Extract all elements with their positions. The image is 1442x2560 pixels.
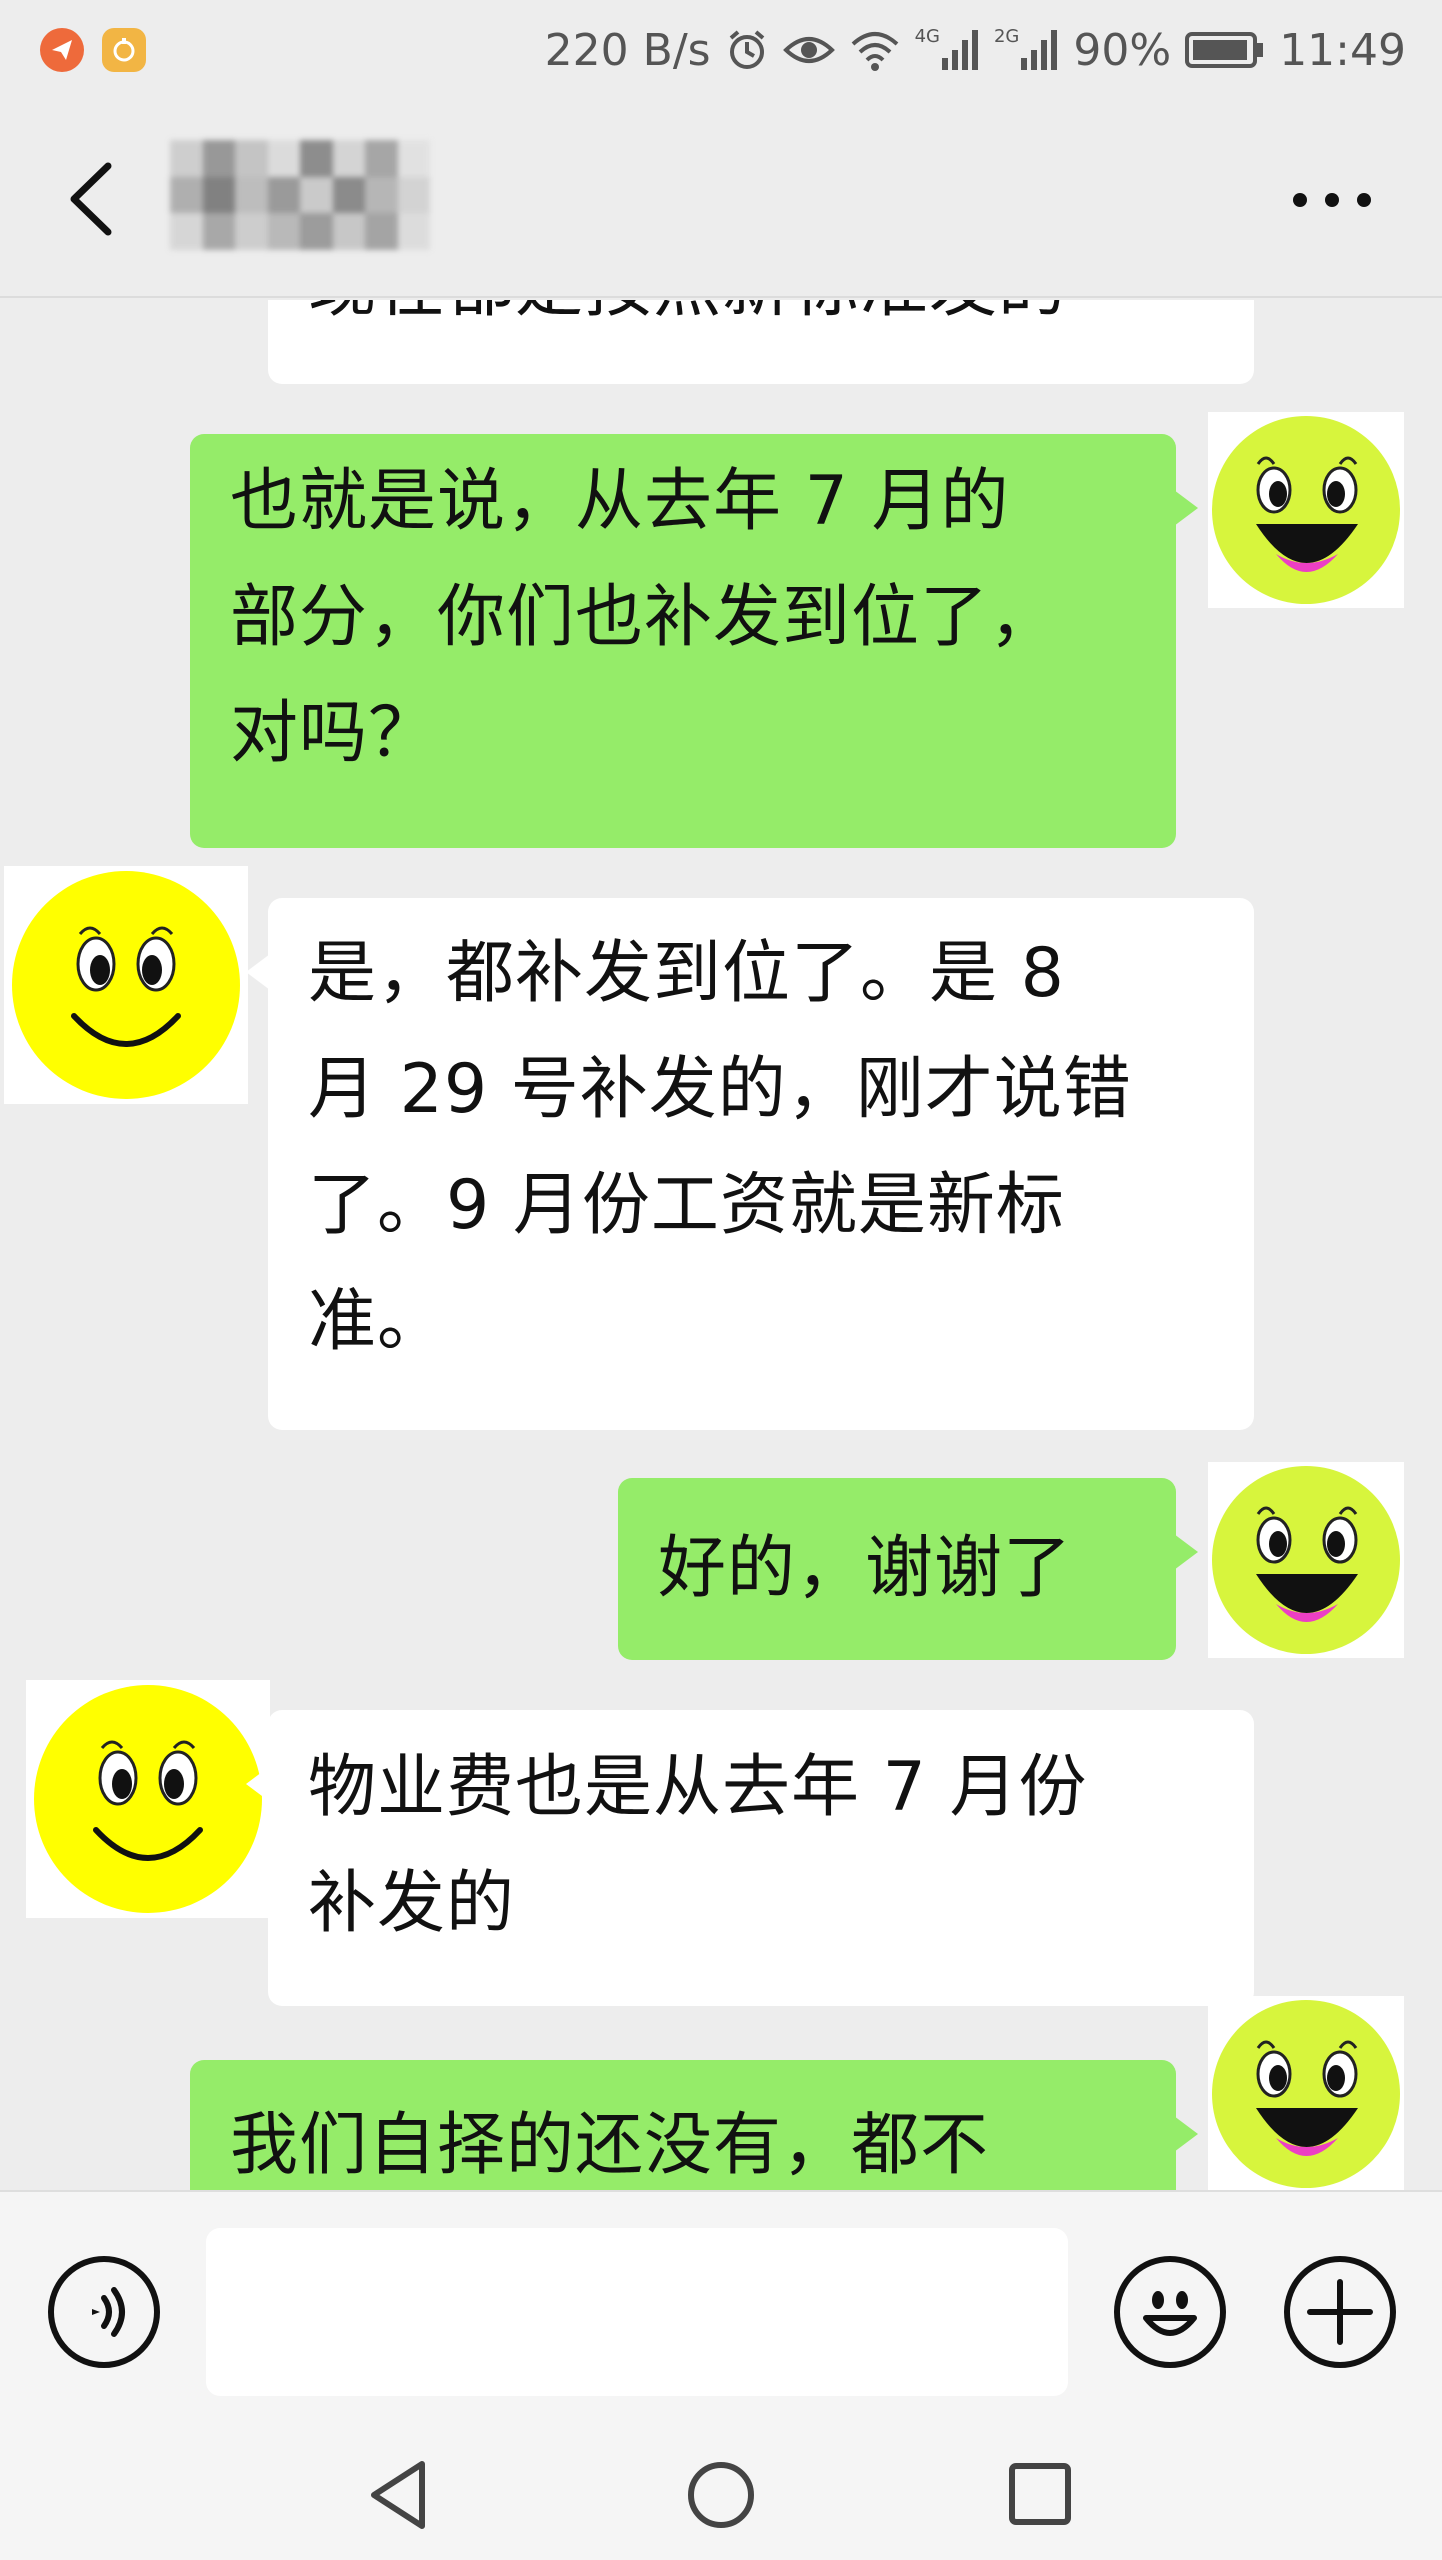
emoji-button[interactable] — [1114, 2256, 1226, 2368]
more-dots-icon[interactable] — [1282, 170, 1382, 230]
message-bubble-outgoing[interactable]: 我们自择的还没有，都不 — [190, 2060, 1198, 2190]
message-text: 月 29 号补发的，刚才说错 — [308, 1050, 1132, 1129]
nav-home-icon[interactable] — [676, 2450, 766, 2540]
smiley-avatar-icon — [12, 871, 240, 1099]
system-nav-bar — [0, 2430, 1442, 2560]
message-input[interactable] — [206, 2228, 1068, 2396]
message-text: 物业费也是从去年 7 月份 — [308, 1748, 1088, 1827]
voice-button[interactable] — [48, 2256, 160, 2368]
message-text: 准。 — [308, 1282, 447, 1361]
smiley-avatar-icon — [34, 1685, 262, 1913]
my-avatar[interactable] — [1208, 1996, 1404, 2190]
signal-2g: 2G — [994, 28, 1059, 72]
message-text: 也就是说，从去年 7 月的 — [230, 462, 1010, 541]
message-bubble-outgoing[interactable]: 也就是说，从去年 7 月的 部分，你们也补发到位了， 对吗？ — [190, 434, 1198, 848]
message-bubble-incoming[interactable]: 现在都是按照新标准发的 — [268, 300, 1254, 384]
network-speed: 220 B/s — [544, 24, 711, 76]
message-text: 对吗？ — [230, 694, 438, 773]
clock: 11:49 — [1279, 24, 1406, 76]
nav-back-icon[interactable] — [356, 2450, 446, 2540]
battery-icon — [1185, 32, 1264, 68]
status-bar: 220 B/s 4G 2G 90% 11:49 — [0, 0, 1442, 100]
message-text: 我们自择的还没有，都不 — [230, 2106, 990, 2185]
chevron-left-icon[interactable] — [50, 154, 140, 244]
voice-icon — [92, 2287, 125, 2337]
message-text: 补发的 — [308, 1864, 516, 1943]
smiley-avatar-icon — [1212, 416, 1400, 604]
notification-app-icon-2 — [102, 28, 146, 72]
message-bubble-incoming[interactable]: 物业费也是从去年 7 月份 补发的 — [246, 1710, 1254, 2006]
contact-avatar[interactable] — [4, 866, 248, 1104]
chat-title-obscured — [170, 140, 430, 250]
notification-app-icon — [40, 28, 84, 72]
smiley-avatar-icon — [1212, 1466, 1400, 1654]
alarm-icon — [729, 30, 764, 69]
signal-4g: 4G — [915, 28, 980, 72]
smiley-avatar-icon — [1212, 2000, 1400, 2188]
message-text: 是，都补发到位了。是 8 — [308, 934, 1065, 1013]
message-text: 部分，你们也补发到位了， — [230, 578, 1059, 657]
contact-avatar[interactable] — [26, 1680, 270, 1918]
nav-recents-icon[interactable] — [996, 2450, 1086, 2540]
plus-button[interactable] — [1284, 2256, 1396, 2368]
message-text: 了。9 月份工资就是新标 — [308, 1166, 1065, 1245]
eye-comfort-icon — [782, 37, 835, 63]
message-bubble-outgoing[interactable]: 好的，谢谢了 — [618, 1478, 1198, 1660]
message-text: 好的，谢谢了 — [658, 1529, 1073, 1608]
my-avatar[interactable] — [1208, 1462, 1404, 1658]
wifi-icon — [851, 32, 898, 71]
chat-messages[interactable]: 现在都是按照新标准发的 也就是说，从去年 7 月的 部分，你们也补发到位了， 对… — [0, 300, 1442, 2190]
input-bar — [0, 2190, 1442, 2430]
message-text: 现在都是按照新标准发的 — [308, 300, 1214, 346]
chat-header — [0, 100, 1442, 298]
emoji-icon — [1143, 2291, 1197, 2336]
plus-icon — [1307, 2279, 1373, 2345]
my-avatar[interactable] — [1208, 412, 1404, 608]
message-bubble-incoming[interactable]: 是，都补发到位了。是 8 月 29 号补发的，刚才说错 了。9 月份工资就是新标… — [246, 898, 1254, 1430]
battery-percent: 90% — [1073, 24, 1172, 76]
